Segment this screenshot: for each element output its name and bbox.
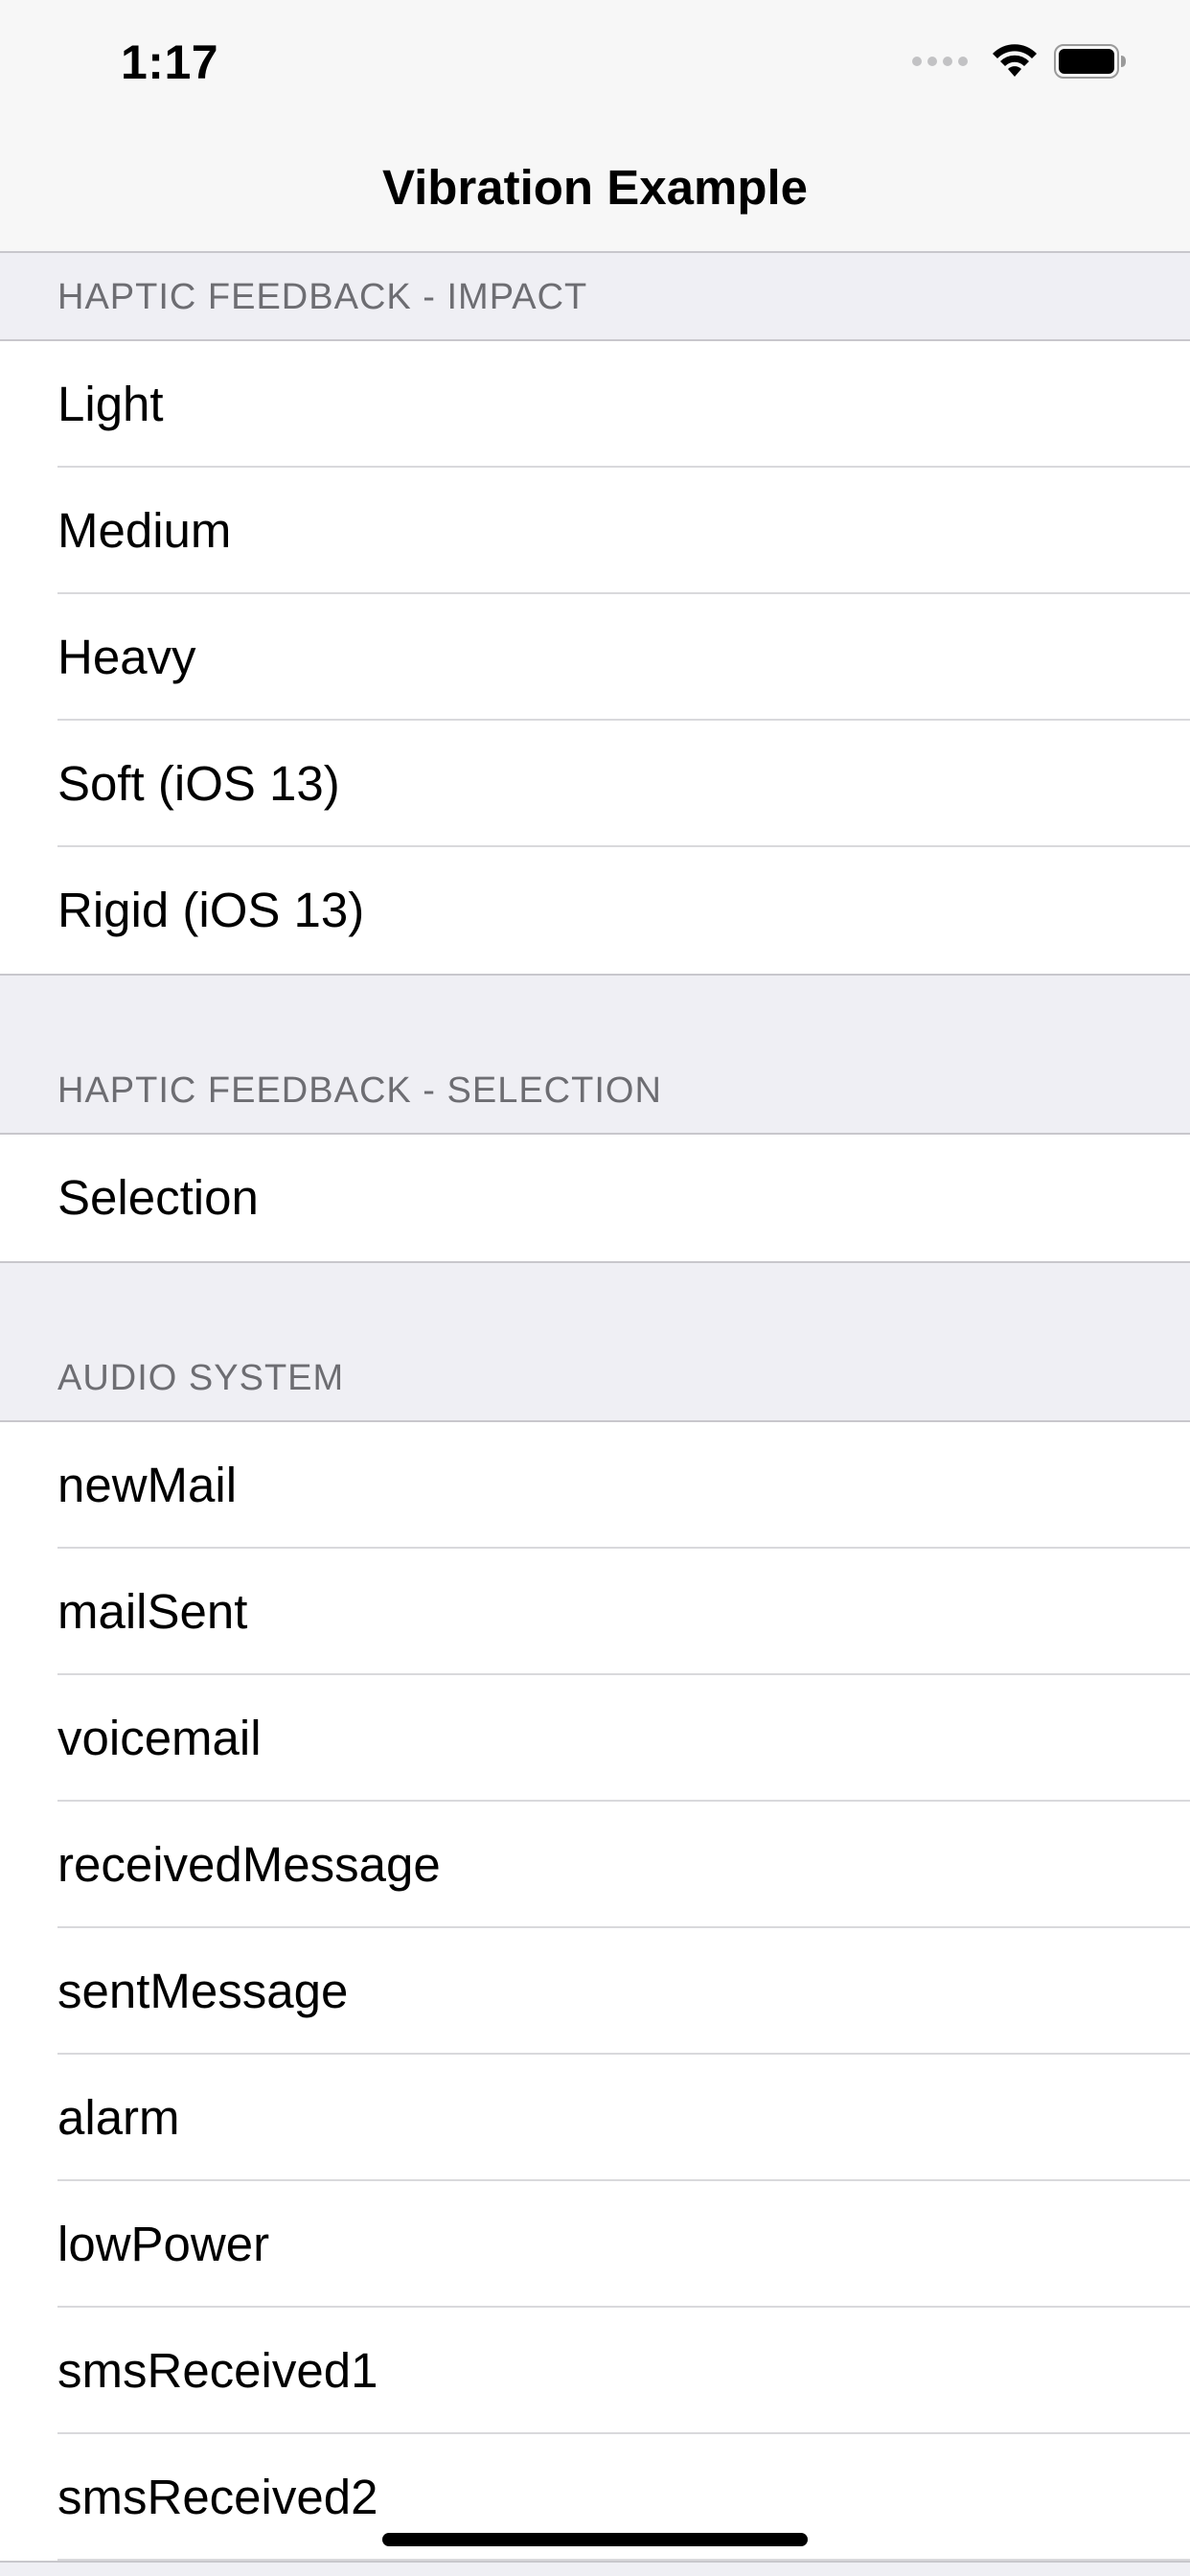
list-item-voicemail[interactable]: voicemail bbox=[0, 1675, 1190, 1802]
section-header-impact: HAPTIC FEEDBACK - IMPACT bbox=[0, 253, 1190, 341]
list-item-light[interactable]: Light bbox=[0, 341, 1190, 468]
section-group-audio-system: newMail mailSent voicemail receivedMessa… bbox=[0, 1422, 1190, 2563]
section-header-audio-system: AUDIO SYSTEM bbox=[0, 1263, 1190, 1422]
section-header-selection: HAPTIC FEEDBACK - SELECTION bbox=[0, 976, 1190, 1135]
list-item-label: receivedMessage bbox=[57, 1837, 441, 1892]
list-item-label: Medium bbox=[57, 503, 232, 558]
list-item-label: lowPower bbox=[57, 2217, 270, 2271]
status-icons bbox=[912, 44, 1127, 79]
list-item-newmail[interactable]: newMail bbox=[0, 1422, 1190, 1549]
list-item-label: Selection bbox=[57, 1170, 259, 1225]
list-item-label: Heavy bbox=[57, 630, 196, 684]
list-item-label: Light bbox=[57, 377, 164, 431]
wifi-icon bbox=[993, 44, 1037, 77]
navigation-bar: Vibration Example bbox=[0, 126, 1190, 253]
table-view[interactable]: HAPTIC FEEDBACK - IMPACT Light Medium He… bbox=[0, 253, 1190, 2563]
list-item-receivedmessage[interactable]: receivedMessage bbox=[0, 1802, 1190, 1928]
list-item-label: newMail bbox=[57, 1458, 238, 1512]
list-item-label: voicemail bbox=[57, 1711, 262, 1765]
home-indicator[interactable] bbox=[382, 2533, 808, 2546]
list-item-label: Rigid (iOS 13) bbox=[57, 883, 365, 937]
list-item-label: Soft (iOS 13) bbox=[57, 756, 340, 811]
list-item-soft[interactable]: Soft (iOS 13) bbox=[0, 721, 1190, 847]
list-item-alarm[interactable]: alarm bbox=[0, 2055, 1190, 2181]
list-item-selection[interactable]: Selection bbox=[0, 1135, 1190, 1261]
signal-dots-icon bbox=[912, 57, 968, 66]
list-item-heavy[interactable]: Heavy bbox=[0, 594, 1190, 721]
status-bar: 1:17 bbox=[0, 0, 1190, 126]
battery-icon bbox=[1054, 44, 1126, 79]
section-group-selection: Selection bbox=[0, 1135, 1190, 1263]
section-group-impact: Light Medium Heavy Soft (iOS 13) Rigid (… bbox=[0, 341, 1190, 976]
list-item-medium[interactable]: Medium bbox=[0, 468, 1190, 594]
list-item-label: smsReceived1 bbox=[57, 2343, 378, 2398]
list-item-label: smsReceived2 bbox=[57, 2470, 378, 2524]
status-time: 1:17 bbox=[121, 35, 219, 89]
list-item-label: mailSent bbox=[57, 1584, 248, 1639]
list-item-label: alarm bbox=[57, 2090, 180, 2145]
section-header-label: HAPTIC FEEDBACK - SELECTION bbox=[57, 1070, 662, 1111]
section-header-label: HAPTIC FEEDBACK - IMPACT bbox=[57, 277, 588, 317]
list-item-label: sentMessage bbox=[57, 1964, 349, 2018]
list-item-mailsent[interactable]: mailSent bbox=[0, 1549, 1190, 1675]
list-item-smsreceived1[interactable]: smsReceived1 bbox=[0, 2308, 1190, 2434]
list-item-sentmessage[interactable]: sentMessage bbox=[0, 1928, 1190, 2055]
nav-title: Vibration Example bbox=[381, 160, 809, 215]
section-header-label: AUDIO SYSTEM bbox=[57, 1358, 345, 1398]
list-item-rigid[interactable]: Rigid (iOS 13) bbox=[0, 847, 1190, 974]
list-item-lowpower[interactable]: lowPower bbox=[0, 2181, 1190, 2308]
row-separator bbox=[57, 2559, 1190, 2561]
